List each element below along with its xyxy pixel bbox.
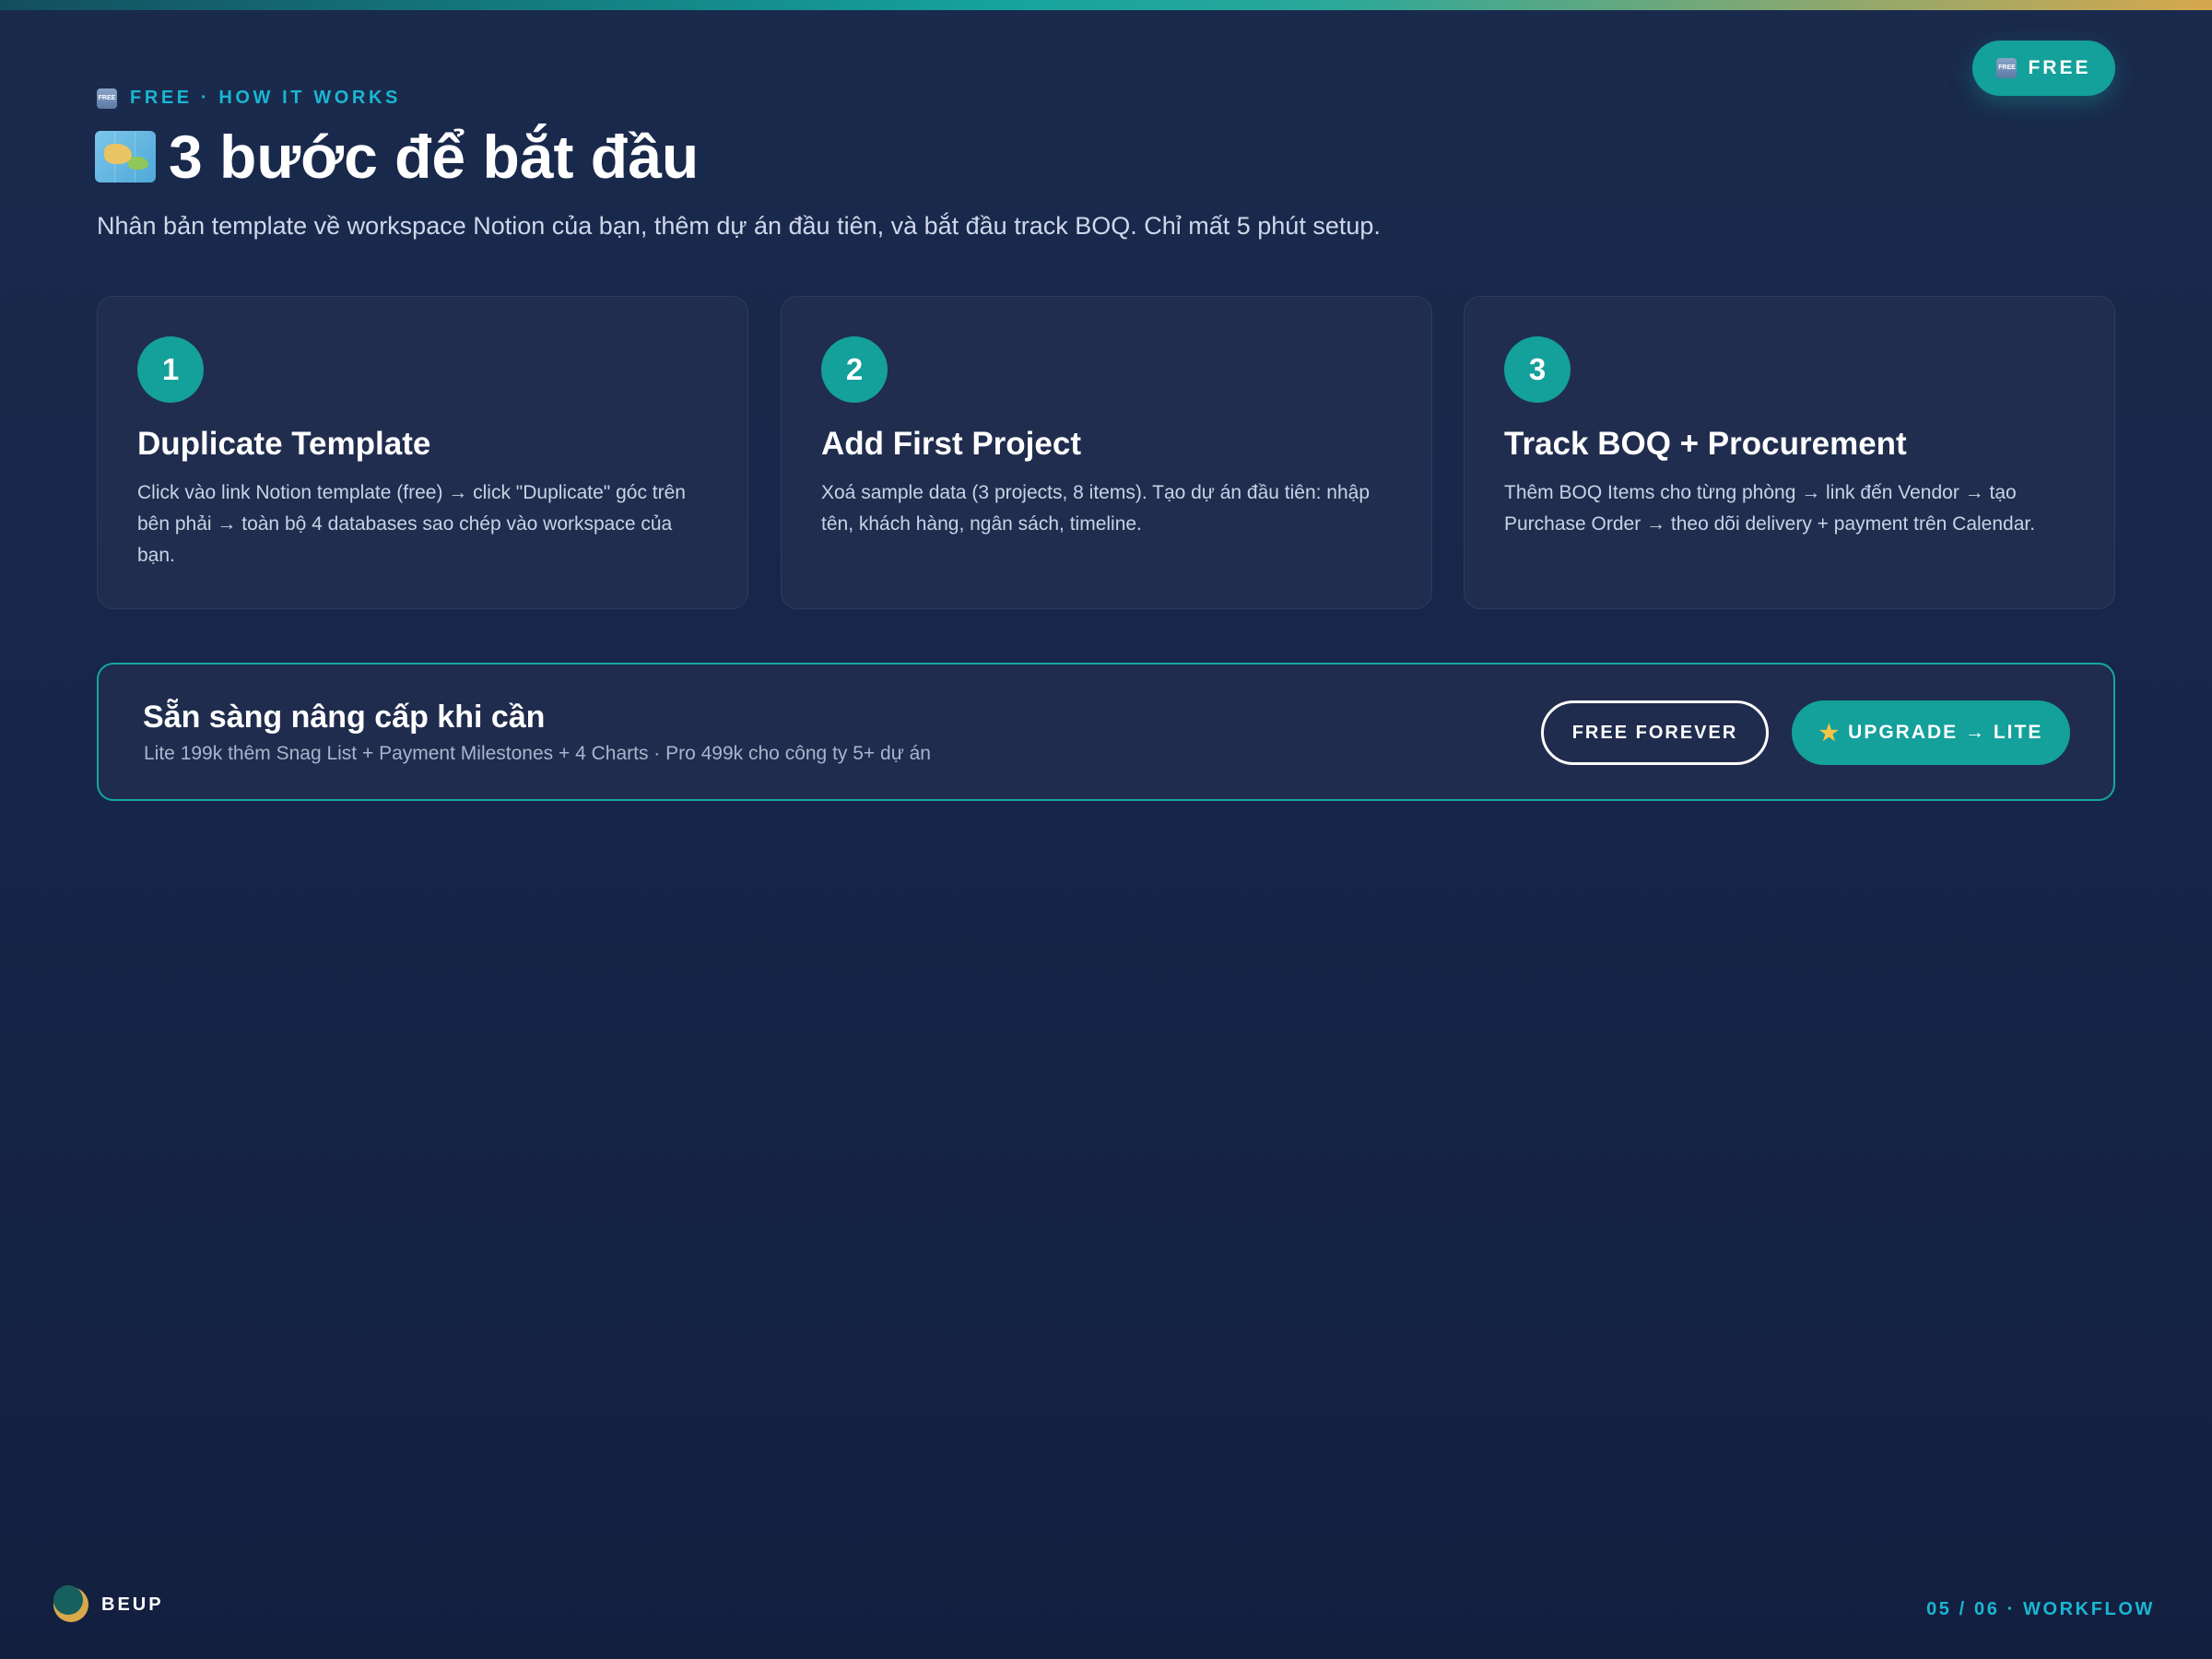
step-title: Duplicate Template: [137, 426, 431, 462]
page-indicator: 05 / 06 · WORKFLOW: [1926, 1599, 2155, 1619]
free-icon: FREE: [97, 88, 117, 109]
page-subtitle: Nhân bản template về workspace Notion củ…: [97, 212, 1381, 240]
eyebrow-text: FREE · HOW IT WORKS: [130, 88, 401, 108]
eyebrow: FREE FREE · HOW IT WORKS: [97, 88, 401, 109]
brand-logo-icon: [53, 1585, 88, 1622]
top-gradient-bar: [0, 0, 2212, 10]
step-description: Click vào link Notion template (free) → …: [137, 482, 686, 566]
step-number-badge: 3: [1504, 336, 1571, 403]
brand: BEUP: [53, 1585, 164, 1622]
step-title: Track BOQ + Procurement: [1504, 426, 1907, 462]
page-title-text: 3 bước để bắt đầu: [169, 123, 700, 191]
step-card-2: 2 Add First Project Xoá sample data (3 p…: [781, 296, 1432, 609]
free-forever-button[interactable]: FREE FOREVER: [1541, 700, 1769, 765]
upgrade-banner-title: Sẵn sàng nâng cấp khi cần: [143, 700, 546, 735]
upgrade-lite-label: UPGRADE → LITE: [1848, 722, 2043, 743]
world-map-icon: [95, 131, 156, 182]
upgrade-banner-subtitle: Lite 199k thêm Snag List + Payment Miles…: [144, 743, 931, 764]
free-badge-label: FREE: [2028, 57, 2091, 78]
star-icon: ★: [1818, 720, 1840, 746]
upgrade-lite-button[interactable]: ★ UPGRADE → LITE: [1792, 700, 2070, 765]
brand-name: BEUP: [101, 1594, 164, 1615]
step-description: Thêm BOQ Items cho từng phòng → link đến…: [1504, 482, 2036, 535]
step-number-badge: 2: [821, 336, 888, 403]
free-badge: FREE FREE: [1972, 41, 2115, 96]
free-icon: FREE: [1996, 58, 2018, 78]
step-number-badge: 1: [137, 336, 204, 403]
step-card-3: 3 Track BOQ + Procurement Thêm BOQ Items…: [1464, 296, 2115, 609]
page-title: 3 bước để bắt đầu: [95, 122, 699, 192]
step-description: Xoá sample data (3 projects, 8 items). T…: [821, 482, 1371, 535]
upgrade-banner: Sẵn sàng nâng cấp khi cần Lite 199k thêm…: [97, 663, 2115, 801]
step-card-1: 1 Duplicate Template Click vào link Noti…: [97, 296, 748, 609]
step-title: Add First Project: [821, 426, 1081, 462]
